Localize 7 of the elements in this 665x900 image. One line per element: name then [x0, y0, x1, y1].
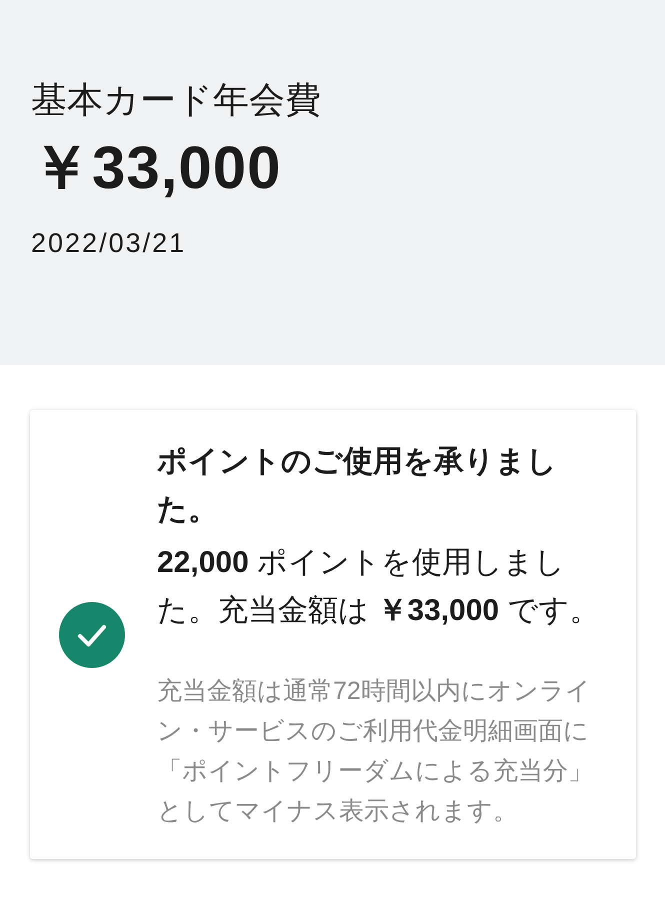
fee-title: 基本カード年会費 [31, 78, 321, 122]
check-circle-icon [59, 602, 125, 668]
fee-amount: ￥33,000 [31, 136, 282, 200]
fee-date: 2022/03/21 [31, 227, 186, 260]
notice-title: ポイントのご使用を承りました。 [157, 444, 558, 528]
notice-note: 充当金額は通常72時間以内にオンライン・サービスのご利用代金明細画面に「ポイントフリーダムによる充当分」としてマイナス表示されます。 [157, 676, 594, 827]
notice-message: 22,000 ポイントを使用しました。充当金額は ￥33,000 です。 [157, 545, 600, 629]
